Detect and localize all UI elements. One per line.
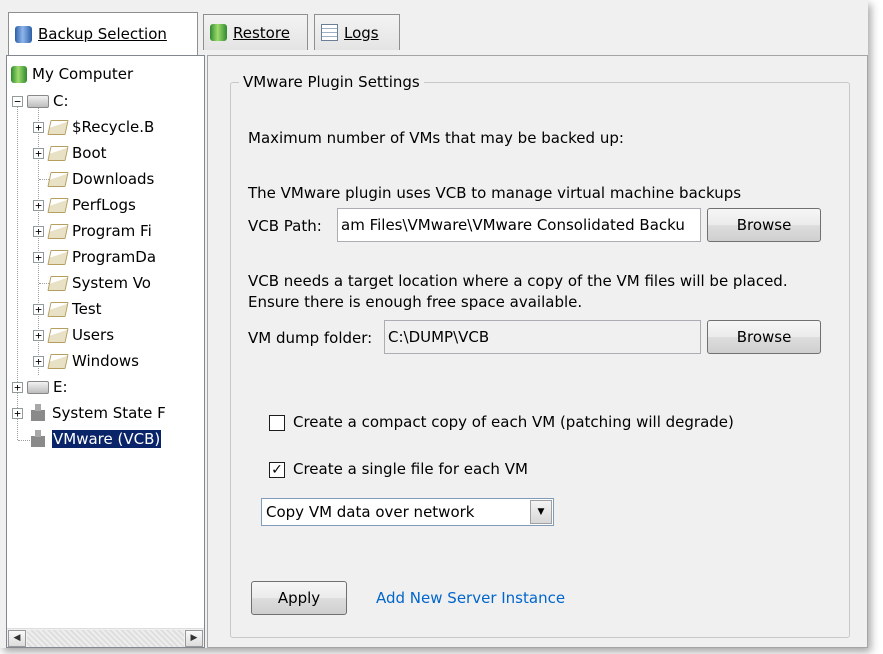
vcb-path-label: VCB Path: bbox=[248, 217, 322, 235]
single-file-label: Create a single file for each VM bbox=[293, 460, 528, 478]
expand-icon[interactable]: + bbox=[33, 148, 44, 159]
expand-icon[interactable]: + bbox=[33, 200, 44, 211]
tree-item-folder[interactable]: ProgramDa bbox=[47, 245, 157, 269]
target-info-line-2: Ensure there is enough free space availa… bbox=[248, 293, 583, 311]
plugin-icon bbox=[29, 430, 47, 448]
dump-folder-input[interactable]: C:\DUMP\VCB bbox=[384, 320, 701, 354]
tab-backup-selection[interactable]: Backup Selection bbox=[8, 12, 198, 55]
vmware-settings-group: VMware Plugin Settings Maximum number of… bbox=[230, 73, 850, 638]
tree-item-folder[interactable]: PerfLogs bbox=[47, 193, 136, 217]
add-server-instance-link[interactable]: Add New Server Instance bbox=[376, 589, 565, 607]
dump-folder-label: VM dump folder: bbox=[248, 329, 373, 347]
tree-item-folder[interactable]: System Vo bbox=[47, 271, 151, 295]
folder-icon bbox=[47, 119, 69, 135]
tab-backup-selection-label: Backup Selection bbox=[38, 25, 167, 43]
drive-icon bbox=[27, 94, 49, 108]
tree-item-drive-c[interactable]: C: bbox=[27, 89, 69, 113]
tree-item-folder[interactable]: Users bbox=[47, 323, 115, 347]
folder-icon bbox=[47, 223, 69, 239]
folder-icon bbox=[47, 171, 69, 187]
tree-item-label: C: bbox=[53, 92, 69, 110]
folder-icon bbox=[47, 275, 69, 291]
expand-icon[interactable]: + bbox=[33, 252, 44, 263]
scroll-left-icon[interactable]: ◀ bbox=[8, 630, 26, 647]
tab-restore[interactable]: Restore bbox=[203, 14, 308, 50]
folder-icon bbox=[47, 301, 69, 317]
plugin-icon bbox=[29, 404, 47, 422]
tree-item-my-computer[interactable]: My Computer bbox=[11, 62, 133, 86]
vcb-info-text: The VMware plugin uses VCB to manage vir… bbox=[248, 184, 742, 202]
tree-item-vmware[interactable]: VMware (VCB) bbox=[29, 427, 162, 451]
expand-icon[interactable]: + bbox=[33, 226, 44, 237]
backup-tree[interactable]: My Computer − C: + $Recycle.B + Boot Dow… bbox=[6, 55, 205, 648]
tree-item-label: PerfLogs bbox=[72, 196, 136, 214]
collapse-icon[interactable]: − bbox=[12, 96, 23, 107]
apply-button[interactable]: Apply bbox=[251, 581, 347, 615]
transfer-mode-value: Copy VM data over network bbox=[266, 503, 475, 521]
folder-icon bbox=[47, 353, 69, 369]
tree-item-label: Boot bbox=[72, 144, 107, 162]
tree-item-label: $Recycle.B bbox=[72, 118, 155, 136]
tree-item-label: My Computer bbox=[32, 65, 134, 83]
tree-item-folder[interactable]: $Recycle.B bbox=[47, 115, 155, 139]
tree-item-label: E: bbox=[53, 378, 68, 396]
compact-copy-checkbox[interactable] bbox=[269, 415, 285, 431]
tree-item-label: Users bbox=[72, 326, 115, 344]
drive-icon bbox=[27, 380, 49, 394]
folder-icon bbox=[47, 327, 69, 343]
tree-item-folder[interactable]: Program Fi bbox=[47, 219, 152, 243]
tab-strip: Backup Selection Restore Logs bbox=[0, 0, 868, 56]
expand-icon[interactable]: + bbox=[33, 330, 44, 341]
tree-item-folder[interactable]: Downloads bbox=[47, 167, 155, 191]
settings-panel: VMware Plugin Settings Maximum number of… bbox=[207, 55, 868, 648]
log-icon bbox=[321, 24, 338, 41]
tree-item-label: System State F bbox=[52, 404, 166, 422]
database-icon bbox=[15, 25, 32, 43]
tree-item-label: ProgramDa bbox=[72, 248, 157, 266]
expand-icon[interactable]: + bbox=[12, 408, 23, 419]
scroll-track[interactable] bbox=[27, 630, 184, 647]
dump-browse-button[interactable]: Browse bbox=[707, 320, 821, 354]
target-info-line-1: VCB needs a target location where a copy… bbox=[248, 272, 788, 290]
vcb-path-input[interactable]: am Files\VMware\VMware Consolidated Back… bbox=[337, 208, 701, 242]
scroll-right-icon[interactable]: ▶ bbox=[185, 630, 203, 647]
tree-item-label-selected: VMware (VCB) bbox=[52, 430, 162, 448]
folder-icon bbox=[47, 197, 69, 213]
group-title: VMware Plugin Settings bbox=[239, 73, 424, 91]
vcb-browse-button[interactable]: Browse bbox=[707, 208, 821, 242]
computer-icon bbox=[11, 65, 27, 83]
compact-copy-label: Create a compact copy of each VM (patchi… bbox=[293, 413, 734, 431]
backup-window: Backup Selection Restore Logs My Compute… bbox=[0, 0, 868, 648]
tree-item-label: System Vo bbox=[72, 274, 151, 292]
database-green-icon bbox=[210, 24, 227, 41]
tree-item-label: Windows bbox=[72, 352, 139, 370]
folder-icon bbox=[47, 145, 69, 161]
tree-item-label: Program Fi bbox=[72, 222, 152, 240]
tree-item-label: Test bbox=[72, 300, 102, 318]
horizontal-scrollbar[interactable]: ◀ ▶ bbox=[7, 628, 204, 647]
transfer-mode-select[interactable]: Copy VM data over network ▼ bbox=[261, 498, 554, 526]
folder-icon bbox=[47, 249, 69, 265]
expand-icon[interactable]: + bbox=[33, 356, 44, 367]
tab-restore-label: Restore bbox=[233, 23, 290, 42]
expand-icon[interactable]: + bbox=[33, 304, 44, 315]
tab-logs[interactable]: Logs bbox=[314, 14, 400, 50]
tree-item-system-state[interactable]: System State F bbox=[29, 401, 166, 425]
single-file-checkbox[interactable]: ✓ bbox=[269, 462, 285, 478]
expand-icon[interactable]: + bbox=[12, 382, 23, 393]
tree-item-folder[interactable]: Windows bbox=[47, 349, 139, 373]
tree-item-label: Downloads bbox=[72, 170, 155, 188]
tree-item-drive-e[interactable]: E: bbox=[27, 375, 68, 399]
tree-item-folder[interactable]: Boot bbox=[47, 141, 107, 165]
tab-logs-label: Logs bbox=[344, 23, 379, 42]
tree-item-folder[interactable]: Test bbox=[47, 297, 102, 321]
max-vms-label: Maximum number of VMs that may be backed… bbox=[248, 129, 624, 147]
expand-icon[interactable]: + bbox=[33, 122, 44, 133]
chevron-down-icon[interactable]: ▼ bbox=[530, 500, 552, 524]
